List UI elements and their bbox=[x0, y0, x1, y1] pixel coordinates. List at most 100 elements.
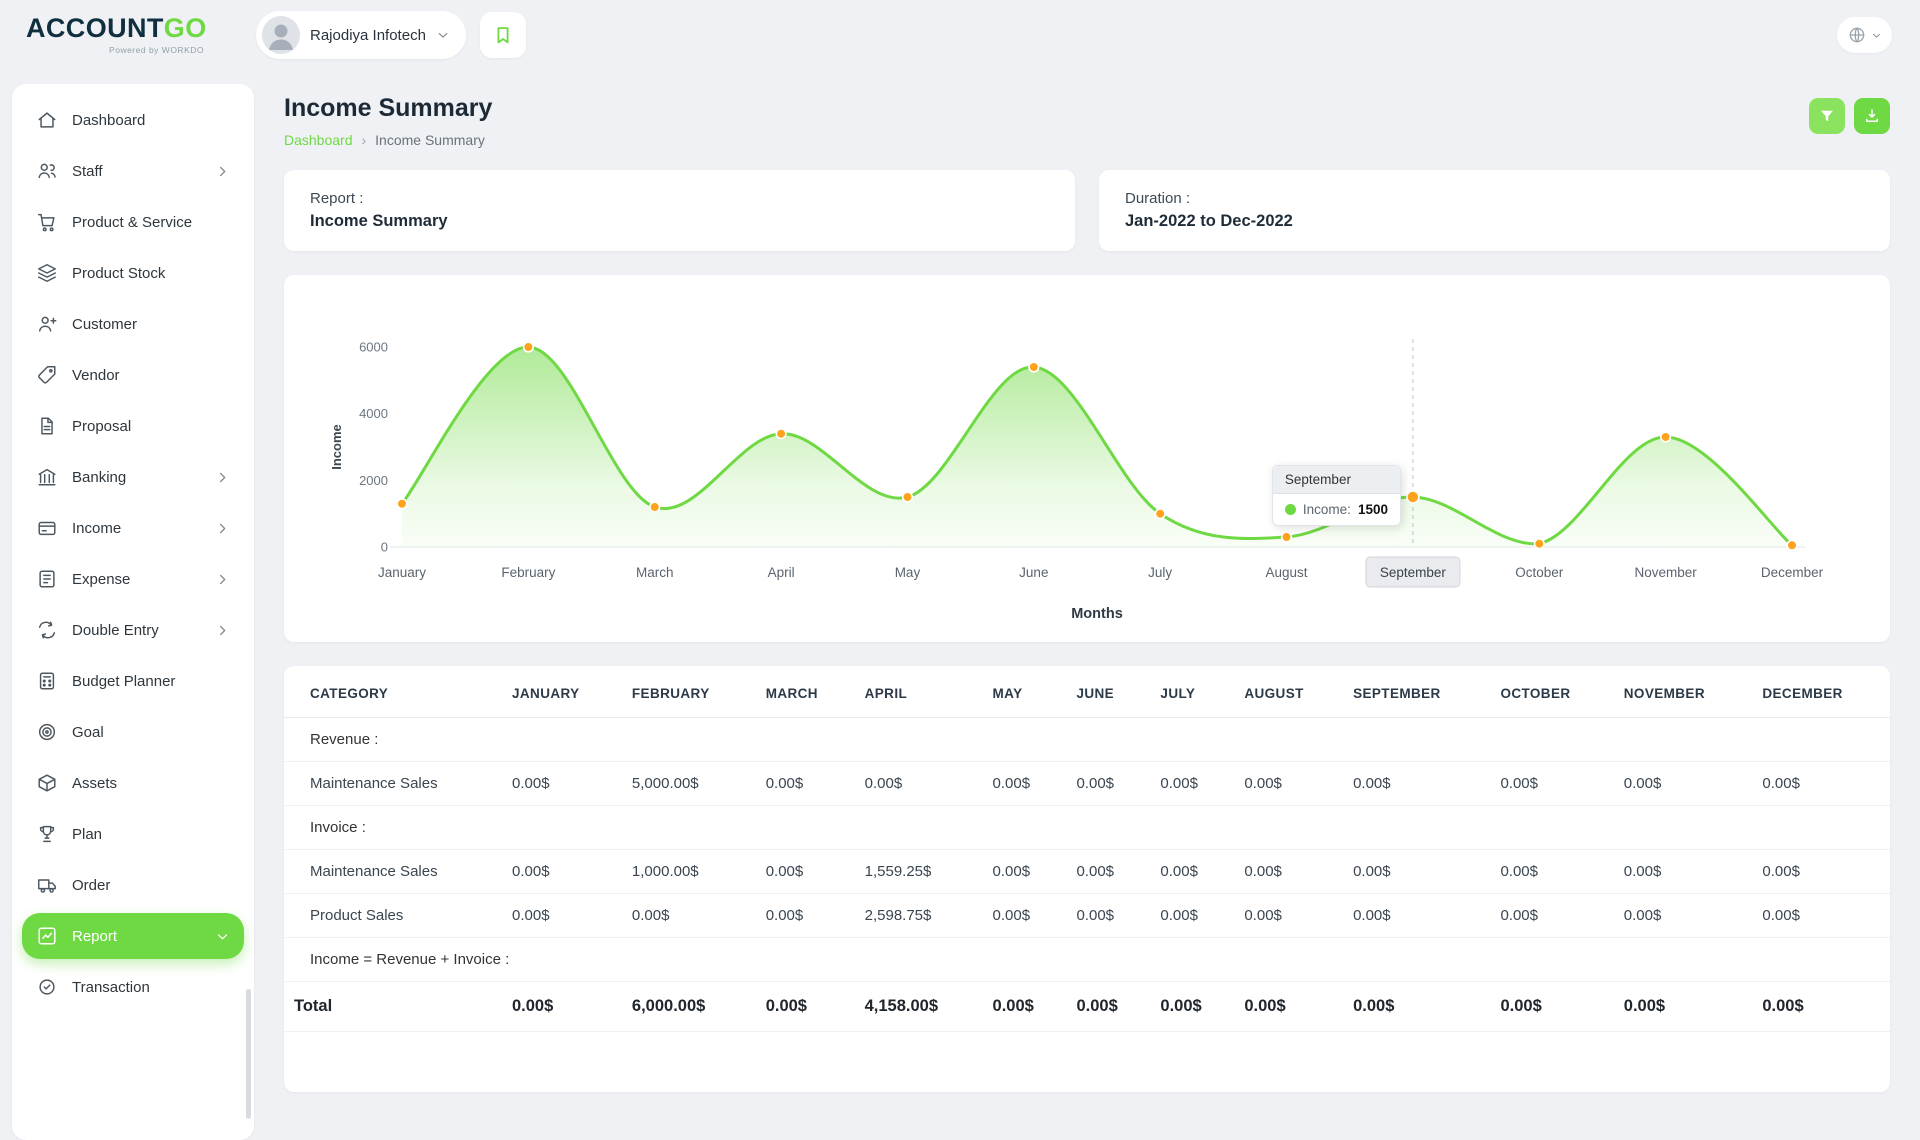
chevron-right-icon bbox=[215, 521, 230, 536]
sidebar-item-order[interactable]: Order bbox=[22, 862, 244, 908]
chevron-right-icon bbox=[215, 470, 230, 485]
tooltip-value: 1500 bbox=[1358, 502, 1388, 517]
sidebar-item-label: Report bbox=[72, 928, 117, 945]
double-entry-icon bbox=[36, 619, 58, 641]
sidebar-item-label: Customer bbox=[72, 316, 137, 333]
cell-value: 0.00$ bbox=[1234, 762, 1343, 806]
svg-text:March: March bbox=[636, 565, 674, 580]
sidebar-item-plan[interactable]: Plan bbox=[22, 811, 244, 857]
page-title: Income Summary bbox=[284, 94, 492, 123]
cell-value: 0.00$ bbox=[983, 762, 1067, 806]
section-label: Revenue : bbox=[284, 718, 1890, 762]
sidebar-item-label: Dashboard bbox=[72, 112, 145, 129]
sidebar-menu: Dashboard Staff Product & Service Product S… bbox=[18, 97, 248, 1010]
sidebar-item-income[interactable]: Income bbox=[22, 505, 244, 551]
cell-value: 0.00$ bbox=[756, 982, 855, 1032]
sidebar-item-expense[interactable]: Expense bbox=[22, 556, 244, 602]
sidebar-item-assets[interactable]: Assets bbox=[22, 760, 244, 806]
language-selector[interactable] bbox=[1837, 17, 1892, 53]
sidebar-item-customer[interactable]: Customer bbox=[22, 301, 244, 347]
table-section-row: Income = Revenue + Invoice : bbox=[284, 938, 1890, 982]
company-selector[interactable]: Rajodiya Infotech bbox=[256, 11, 466, 59]
brand-logo[interactable]: ACCOUNTGO Powered by WORKDO bbox=[26, 15, 256, 55]
cell-value: 0.00$ bbox=[1234, 894, 1343, 938]
sidebar-item-staff[interactable]: Staff bbox=[22, 148, 244, 194]
sidebar-item-proposal[interactable]: Proposal bbox=[22, 403, 244, 449]
column-header-march: MARCH bbox=[756, 670, 855, 718]
globe-icon bbox=[1847, 25, 1867, 45]
sidebar-item-budget-planner[interactable]: Budget Planner bbox=[22, 658, 244, 704]
duration-label: Duration : bbox=[1125, 190, 1864, 207]
svg-text:April: April bbox=[768, 565, 795, 580]
breadcrumb-separator-icon: › bbox=[362, 132, 367, 148]
sidebar-item-dashboard[interactable]: Dashboard bbox=[22, 97, 244, 143]
table-section-row: Revenue : bbox=[284, 718, 1890, 762]
row-label: Maintenance Sales bbox=[284, 850, 502, 894]
dashboard-icon bbox=[36, 109, 58, 131]
cell-value: 0.00$ bbox=[622, 894, 756, 938]
cell-value: 0.00$ bbox=[1150, 850, 1234, 894]
section-label: Income = Revenue + Invoice : bbox=[284, 938, 1890, 982]
sidebar-item-banking[interactable]: Banking bbox=[22, 454, 244, 500]
sidebar-item-product-stock[interactable]: Product Stock bbox=[22, 250, 244, 296]
table-row: Maintenance Sales0.00$1,000.00$0.00$1,55… bbox=[284, 850, 1890, 894]
sidebar-item-label: Staff bbox=[72, 163, 103, 180]
report-card: Report : Income Summary bbox=[284, 170, 1075, 251]
sidebar-item-vendor[interactable]: Vendor bbox=[22, 352, 244, 398]
proposal-icon bbox=[36, 415, 58, 437]
cell-value: 0.00$ bbox=[1066, 850, 1150, 894]
page-header: Income Summary Dashboard › Income Summar… bbox=[284, 94, 1890, 148]
table-row: Maintenance Sales0.00$5,000.00$0.00$0.00… bbox=[284, 762, 1890, 806]
column-header-july: JULY bbox=[1150, 670, 1234, 718]
cell-value: 5,000.00$ bbox=[622, 762, 756, 806]
section-label: Invoice : bbox=[284, 806, 1890, 850]
svg-text:4000: 4000 bbox=[359, 406, 388, 421]
svg-text:February: February bbox=[501, 565, 555, 580]
transaction-icon bbox=[36, 976, 58, 998]
filter-button[interactable] bbox=[1809, 98, 1845, 134]
column-header-december: DECEMBER bbox=[1752, 670, 1890, 718]
chevron-right-icon bbox=[215, 623, 230, 638]
column-header-september: SEPTEMBER bbox=[1343, 670, 1490, 718]
income-area-chart[interactable]: 0200040006000IncomeJanuaryFebruaryMarchA… bbox=[317, 297, 1857, 622]
sidebar-item-product-service[interactable]: Product & Service bbox=[22, 199, 244, 245]
cell-value: 0.00$ bbox=[1490, 850, 1613, 894]
cell-value: 0.00$ bbox=[756, 894, 855, 938]
cell-value: 0.00$ bbox=[502, 894, 622, 938]
bookmark-icon bbox=[492, 24, 514, 46]
brand-primary: ACCOUNT bbox=[26, 13, 164, 43]
column-header-may: MAY bbox=[983, 670, 1067, 718]
download-icon bbox=[1863, 107, 1881, 125]
filter-icon bbox=[1818, 107, 1836, 125]
breadcrumb-dashboard[interactable]: Dashboard bbox=[284, 132, 353, 148]
product-stock-icon bbox=[36, 262, 58, 284]
table-row: Product Sales0.00$0.00$0.00$2,598.75$0.0… bbox=[284, 894, 1890, 938]
info-cards: Report : Income Summary Duration : Jan-2… bbox=[284, 170, 1890, 251]
assets-icon bbox=[36, 772, 58, 794]
vendor-icon bbox=[36, 364, 58, 386]
sidebar-item-label: Assets bbox=[72, 775, 117, 792]
svg-text:August: August bbox=[1266, 565, 1308, 580]
cell-value: 0.00$ bbox=[1614, 982, 1753, 1032]
download-button[interactable] bbox=[1854, 98, 1890, 134]
chevron-down-icon bbox=[436, 28, 450, 42]
sidebar-scrollbar[interactable] bbox=[246, 989, 251, 1119]
sidebar-item-label: Budget Planner bbox=[72, 673, 175, 690]
cell-value: 0.00$ bbox=[1614, 850, 1753, 894]
cell-value: 4,158.00$ bbox=[855, 982, 983, 1032]
column-header-category: CATEGORY bbox=[284, 670, 502, 718]
sidebar-item-double-entry[interactable]: Double Entry bbox=[22, 607, 244, 653]
sidebar-item-label: Income bbox=[72, 520, 121, 537]
sidebar-item-report[interactable]: Report bbox=[22, 913, 244, 959]
sidebar-item-goal[interactable]: Goal bbox=[22, 709, 244, 755]
sidebar-item-transaction[interactable]: Transaction bbox=[22, 964, 244, 1010]
cell-value: 0.00$ bbox=[1490, 894, 1613, 938]
bookmark-button[interactable] bbox=[480, 12, 526, 58]
cell-value: 0.00$ bbox=[855, 762, 983, 806]
income-icon bbox=[36, 517, 58, 539]
cell-value: 0.00$ bbox=[1150, 894, 1234, 938]
cell-value: 0.00$ bbox=[1490, 762, 1613, 806]
column-header-april: APRIL bbox=[855, 670, 983, 718]
cell-value: 0.00$ bbox=[1614, 894, 1753, 938]
svg-text:October: October bbox=[1515, 565, 1564, 580]
